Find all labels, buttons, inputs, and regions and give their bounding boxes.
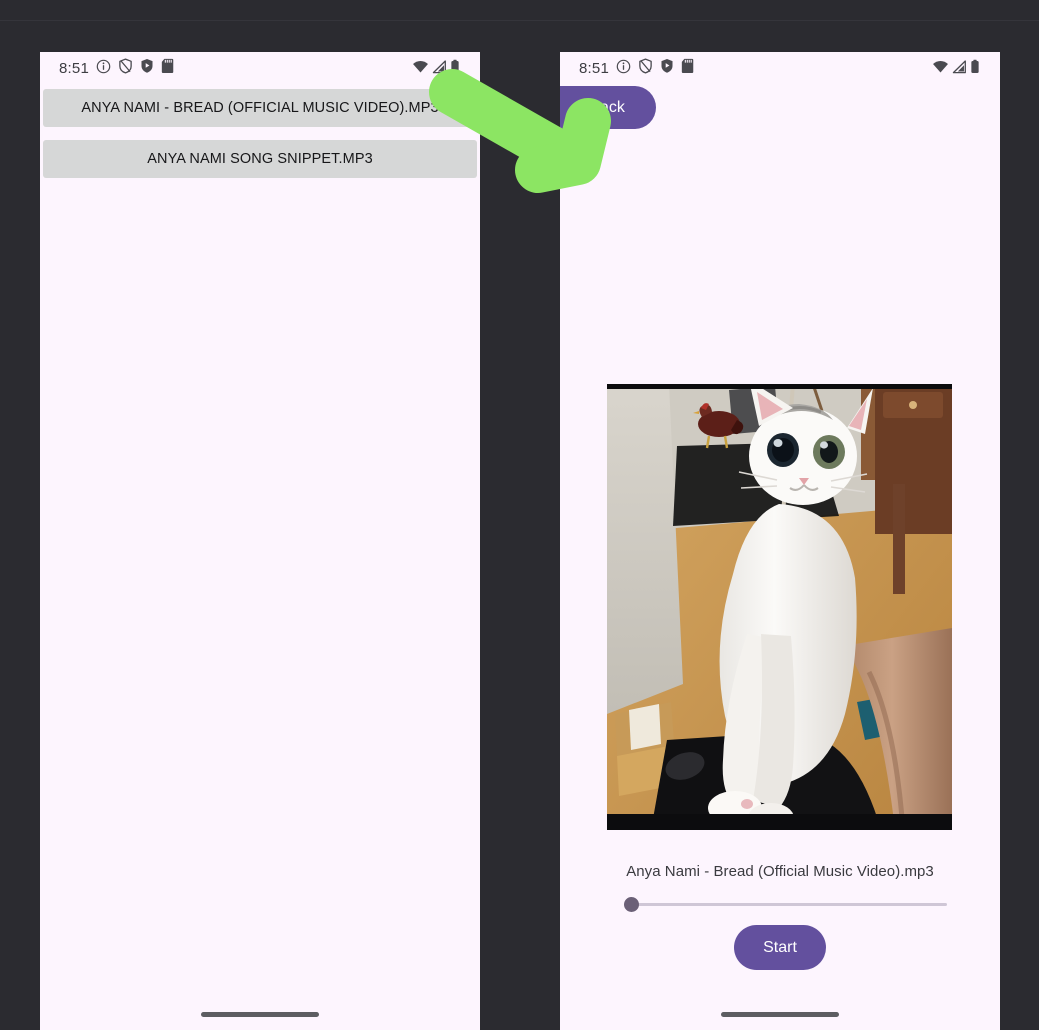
window-chrome-divider xyxy=(0,20,1039,21)
sd-card-icon xyxy=(161,58,174,79)
battery-icon xyxy=(450,59,460,79)
shield-outline-icon xyxy=(638,58,653,79)
status-bar-right-group xyxy=(932,59,980,79)
shield-play-icon xyxy=(660,58,674,79)
status-bar-left: 8:51 xyxy=(40,52,480,84)
gesture-home-bar[interactable] xyxy=(721,1012,839,1017)
file-list-item[interactable]: ANYA NAMI SONG SNIPPET.MP3 xyxy=(43,140,477,178)
status-bar-left-group: 8:51 xyxy=(59,58,174,79)
slider-thumb[interactable] xyxy=(624,897,639,912)
start-button[interactable]: Start xyxy=(734,925,826,970)
track-artwork xyxy=(607,384,952,830)
shield-outline-icon xyxy=(118,58,133,79)
status-clock: 8:51 xyxy=(579,60,609,77)
playback-progress-slider[interactable] xyxy=(617,893,947,915)
status-bar-right-group xyxy=(412,59,460,79)
file-list-item-label: ANYA NAMI - BREAD (OFFICIAL MUSIC VIDEO)… xyxy=(81,100,439,116)
audio-file-list: ANYA NAMI - BREAD (OFFICIAL MUSIC VIDEO)… xyxy=(40,84,480,178)
back-button[interactable]: back xyxy=(560,86,656,129)
shield-play-icon xyxy=(140,58,154,79)
phone-screen-player: 8:51 back Anya Nami - Bread (Official Mu… xyxy=(560,52,1000,1030)
cell-signal-icon xyxy=(432,59,447,79)
status-bar-left-group: 8:51 xyxy=(579,58,694,79)
cell-signal-icon xyxy=(952,59,967,79)
wifi-icon xyxy=(412,60,429,79)
battery-icon xyxy=(970,59,980,79)
info-circle-icon xyxy=(96,59,111,79)
sd-card-icon xyxy=(681,58,694,79)
status-bar-right: 8:51 xyxy=(560,52,1000,84)
slider-track xyxy=(626,903,947,906)
phone-screen-file-picker: 8:51 ANYA NAMI - BREAD (OFFICIAL MUSIC V… xyxy=(40,52,480,1030)
gesture-home-bar[interactable] xyxy=(201,1012,319,1017)
file-list-item-label: ANYA NAMI SONG SNIPPET.MP3 xyxy=(147,151,373,167)
file-list-item[interactable]: ANYA NAMI - BREAD (OFFICIAL MUSIC VIDEO)… xyxy=(43,89,477,127)
wifi-icon xyxy=(932,60,949,79)
info-circle-icon xyxy=(616,59,631,79)
track-title: Anya Nami - Bread (Official Music Video)… xyxy=(626,863,934,880)
status-clock: 8:51 xyxy=(59,60,89,77)
screenshot-stage: 8:51 ANYA NAMI - BREAD (OFFICIAL MUSIC V… xyxy=(0,0,1039,1030)
